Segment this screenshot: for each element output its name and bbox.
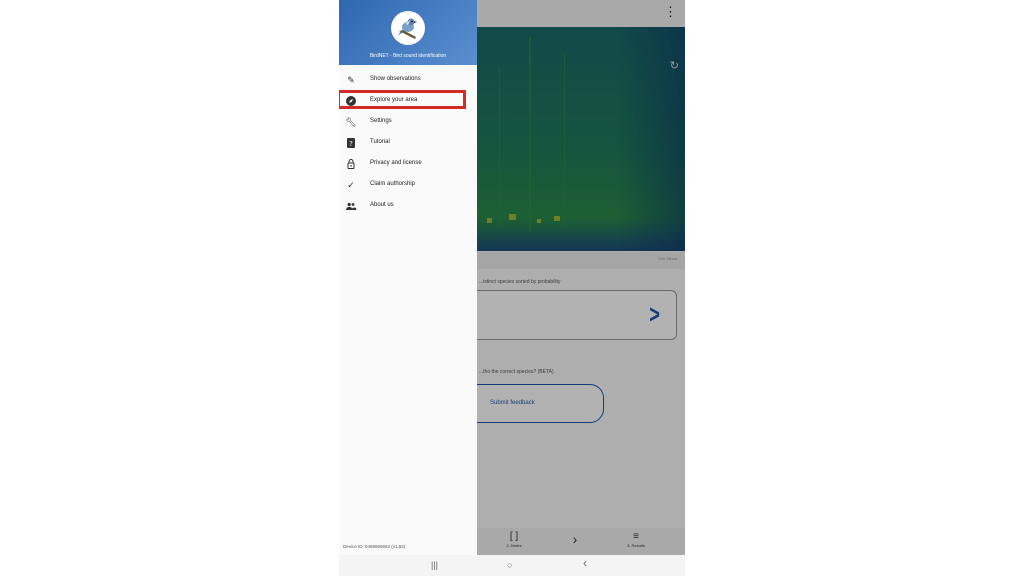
system-navigation-bar: ||| ○ ‹ (339, 555, 685, 576)
recents-button[interactable]: ||| (431, 560, 438, 570)
back-button[interactable]: ‹ (583, 557, 587, 569)
menu-item-settings[interactable]: 🔧︎ Settings (339, 111, 477, 132)
drawer-header-title: BirdNET - Bird sound identification (369, 53, 447, 59)
menu-item-about-us[interactable]: About us (339, 195, 477, 216)
observations-icon: ✎ (347, 75, 355, 85)
lock-icon (345, 158, 357, 170)
menu-item-tutorial[interactable]: ? Tutorial (339, 132, 477, 153)
highlight-box (339, 90, 466, 109)
bird-logo (391, 11, 425, 45)
check-icon: ✓ (347, 180, 355, 190)
menu-item-show-observations[interactable]: ✎ Show observations (339, 69, 477, 90)
device-id: Device ID: 0468965552 (v1.84) (343, 544, 406, 549)
wrench-icon: 🔧︎ (345, 117, 357, 127)
svg-text:?: ? (349, 140, 353, 148)
menu-item-claim-authorship[interactable]: ✓ Claim authorship (339, 174, 477, 195)
drawer-header: BirdNET - Bird sound identification (339, 0, 477, 65)
navigation-drawer: BirdNET - Bird sound identification ✎ Sh… (339, 0, 477, 555)
people-icon (345, 200, 357, 212)
phone-screen: ⋮ ↻ 24h 15min ...istinct species sorted … (339, 0, 685, 576)
home-button[interactable]: ○ (507, 560, 512, 570)
help-icon: ? (345, 137, 357, 149)
menu-item-privacy-and-license[interactable]: Privacy and license (339, 153, 477, 174)
